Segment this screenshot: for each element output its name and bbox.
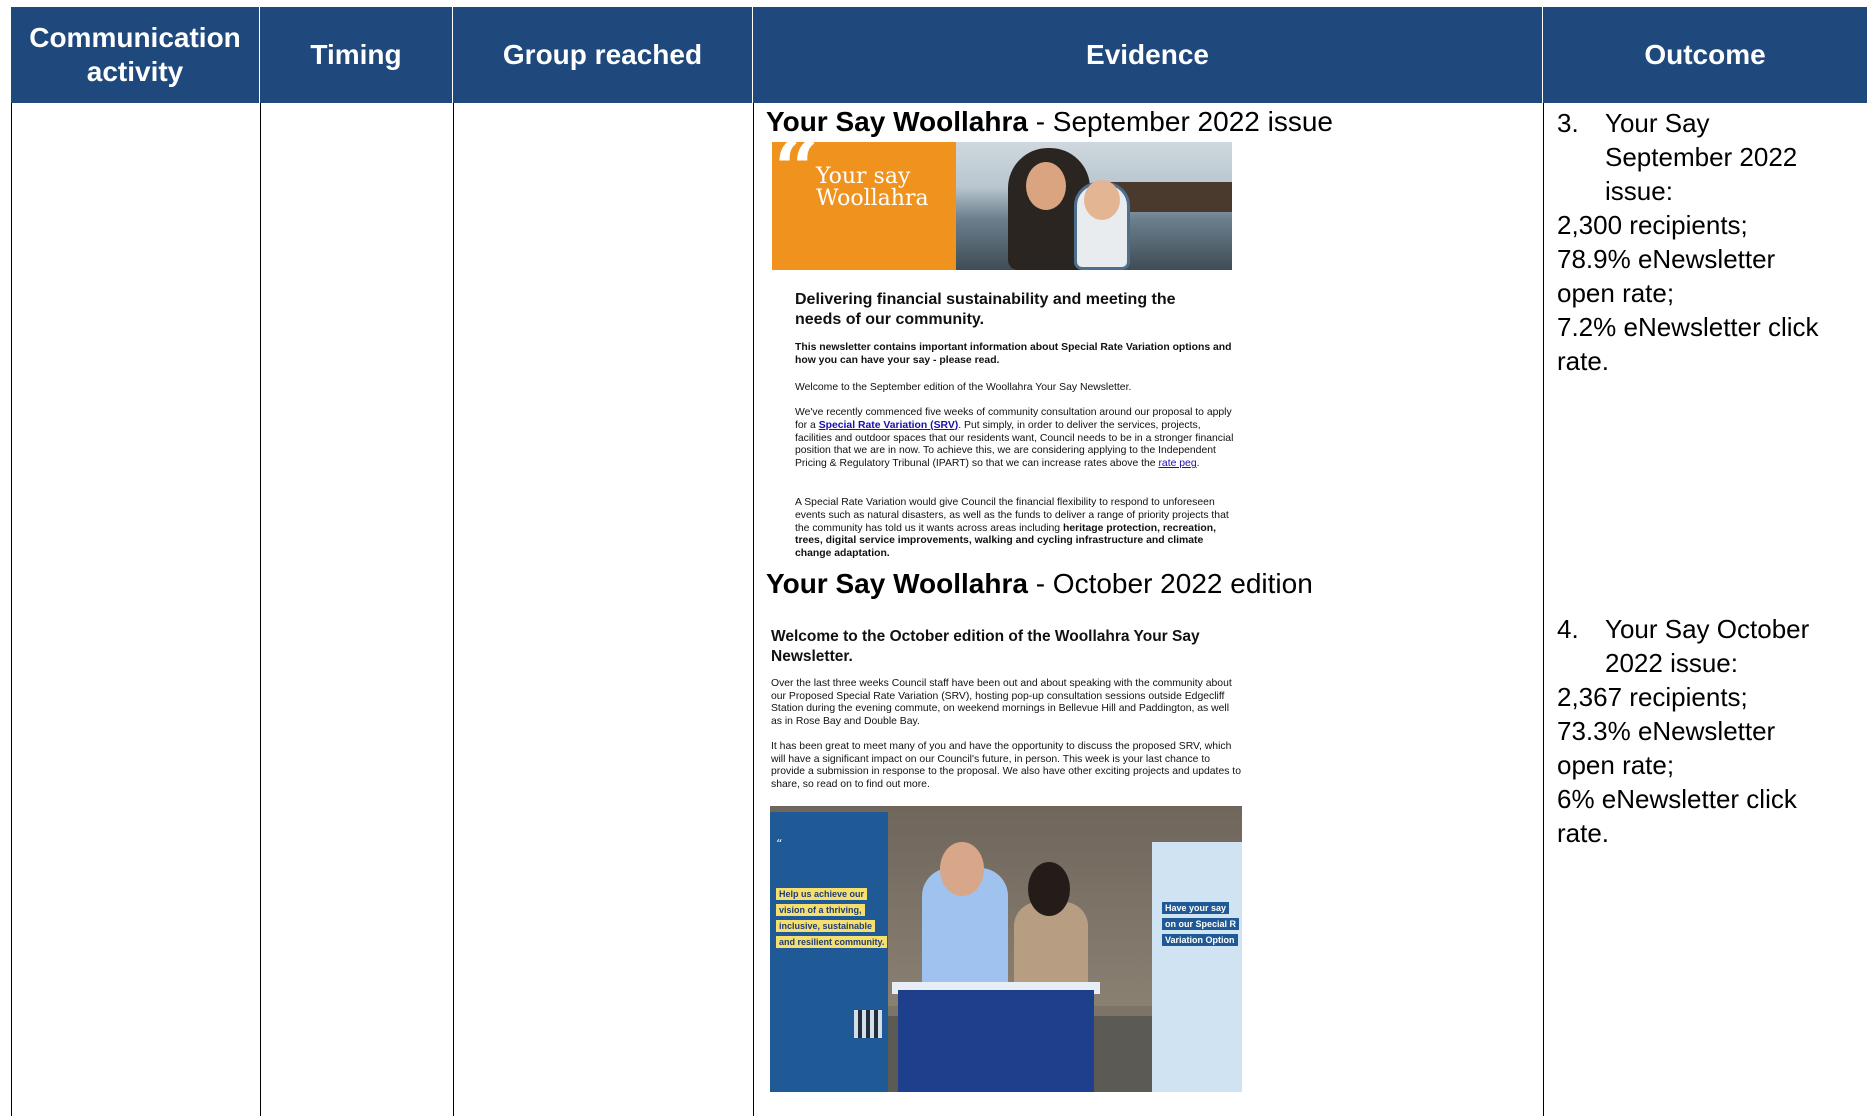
open-rate: 78.9% eNewsletter — [1557, 244, 1776, 274]
header-label: Evidence — [1086, 39, 1209, 70]
outcome-title: 2022 issue: — [1605, 648, 1738, 678]
header-communication-activity: Communication activity — [11, 7, 260, 103]
header-timing: Timing — [260, 7, 453, 103]
recipients: 2,367 recipients; — [1557, 682, 1748, 712]
newsletter-paragraph: A Special Rate Variation would give Coun… — [795, 497, 1229, 560]
newsletter-paragraph: Over the last three weeks Council staff … — [771, 678, 1232, 727]
outcome-title: issue: — [1605, 176, 1673, 206]
header-group-reached: Group reached — [453, 7, 753, 103]
your-say-logo: “ Your say Woollahra — [772, 124, 956, 270]
column-divider — [11, 103, 12, 1116]
newsletter-welcome: Welcome to the September edition of the … — [795, 382, 1132, 393]
click-rate: rate. — [1557, 346, 1610, 376]
council-table — [898, 990, 1094, 1092]
consultation-photo: “ Help us achieve our vision of a thrivi… — [770, 806, 1242, 1092]
outcome-title: September 2022 — [1605, 142, 1798, 172]
newsletter-heading: Welcome to the October edition of the Wo… — [771, 628, 1200, 665]
column-divider — [453, 103, 454, 1116]
pull-up-banner-right: Have your say on our Special R Variation… — [1152, 842, 1242, 1092]
recipients: 2,300 recipients; — [1557, 210, 1748, 240]
click-rate: 7.2% eNewsletter click — [1557, 312, 1819, 342]
header-label: Timing — [310, 39, 402, 70]
list-number: 3. — [1557, 108, 1579, 138]
click-rate: 6% eNewsletter click — [1557, 784, 1797, 814]
srv-link[interactable]: Special Rate Variation (SRV) — [819, 420, 959, 431]
header-outcome: Outcome — [1543, 7, 1867, 103]
list-number: 4. — [1557, 614, 1579, 644]
outcome-title: Your Say October — [1605, 614, 1810, 644]
evidence-title-october: Your Say Woollahra - October 2022 editio… — [766, 568, 1313, 599]
mother-child-photo — [956, 142, 1232, 270]
header-label: Communication activity — [29, 22, 241, 87]
open-rate: 73.3% eNewsletter — [1557, 716, 1776, 746]
newsletter-intro: This newsletter contains important infor… — [795, 342, 1232, 366]
newsletter-banner-image: “ Your say Woollahra — [772, 124, 1232, 270]
newsletter-paragraph: It has been great to meet many of you an… — [771, 741, 1241, 790]
outcome-title: Your Say — [1605, 108, 1710, 138]
newsletter-paragraph: We've recently commenced five weeks of c… — [795, 407, 1234, 470]
pull-up-banner-left: “ Help us achieve our vision of a thrivi… — [770, 812, 888, 1092]
open-rate: open rate; — [1557, 278, 1675, 308]
newsletter-heading: Delivering financial sustainability and … — [795, 291, 1176, 328]
header-label: Outcome — [1644, 39, 1766, 70]
rate-peg-link[interactable]: rate peg — [1158, 458, 1196, 469]
column-divider — [260, 103, 261, 1116]
header-evidence: Evidence — [753, 7, 1543, 103]
header-label: Group reached — [502, 39, 703, 70]
column-divider — [753, 103, 754, 1116]
column-divider — [1543, 103, 1544, 1116]
click-rate: rate. — [1557, 818, 1610, 848]
qr-code-icon — [854, 1010, 882, 1038]
evidence-title-september: Your Say Woollahra - September 2022 issu… — [766, 106, 1333, 137]
open-rate: open rate; — [1557, 750, 1675, 780]
